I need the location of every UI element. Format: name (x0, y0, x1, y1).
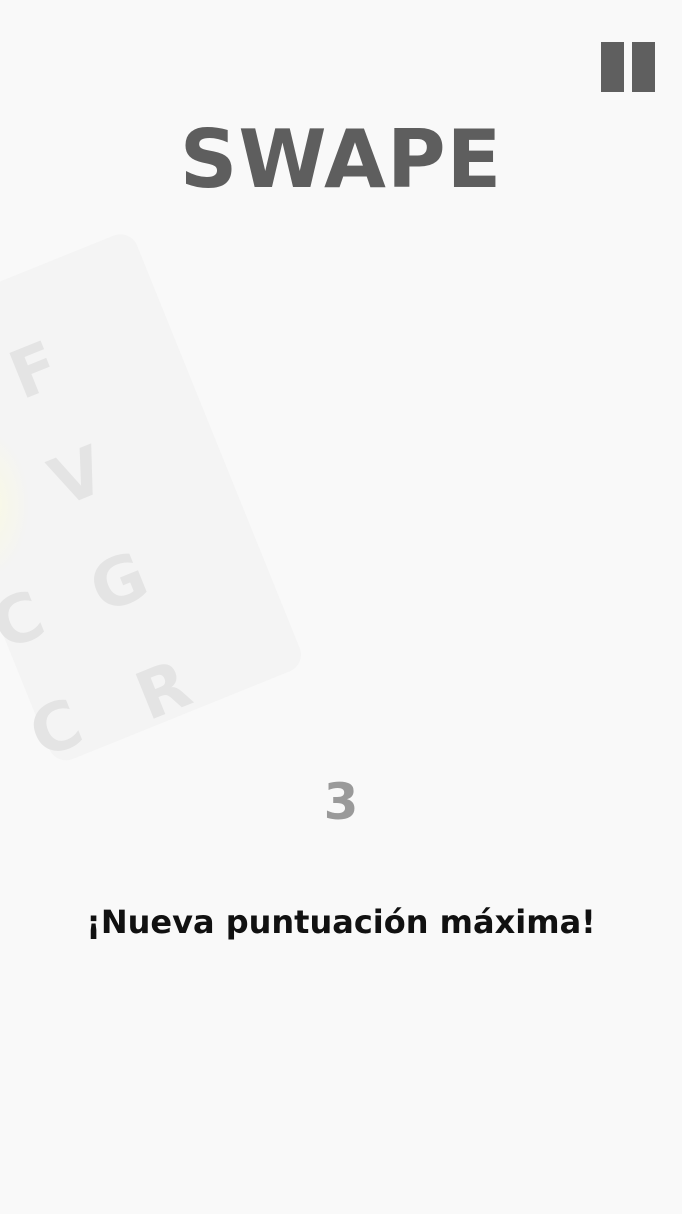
new-high-score-message: ¡Nueva puntuación máxima! (86, 903, 596, 941)
pause-icon (601, 42, 624, 92)
highlighted-tile (0, 430, 30, 580)
game-screen: F V C G C R SWAPE 3 ¡Nueva puntuación má… (0, 0, 682, 1214)
pause-icon-bar (632, 42, 655, 92)
game-title: SWAPE (179, 113, 503, 206)
score-value: 3 (323, 773, 359, 831)
pause-button[interactable] (596, 38, 664, 96)
